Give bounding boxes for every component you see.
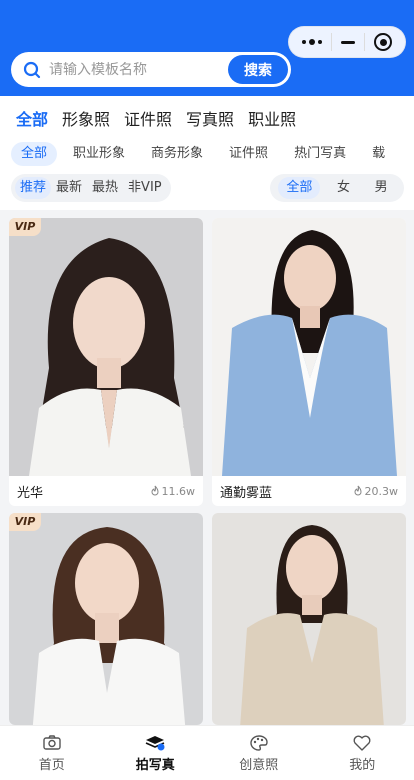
minus-icon[interactable] bbox=[340, 40, 355, 44]
tabbar-mine[interactable]: 我的 bbox=[311, 726, 414, 780]
tab-portrait[interactable]: 写真照 bbox=[186, 106, 234, 130]
vip-badge: VIP bbox=[9, 513, 41, 531]
vip-badge: VIP bbox=[9, 218, 41, 236]
gender-male[interactable]: 男 bbox=[367, 177, 396, 199]
category-tabs: 全部 形象照 证件照 写真照 职业照 bbox=[0, 96, 414, 140]
sort-newest[interactable]: 最新 bbox=[51, 177, 87, 199]
capsule-divider bbox=[364, 33, 366, 51]
template-card[interactable] bbox=[212, 513, 406, 725]
search-button[interactable]: 搜索 bbox=[228, 55, 288, 84]
flame-icon bbox=[150, 485, 159, 496]
sort-selector: 推荐 最新 最热 非VIP bbox=[11, 174, 171, 202]
flame-icon bbox=[353, 485, 362, 496]
bottom-tab-bar: 首页 拍写真 创意照 我的 bbox=[0, 725, 414, 780]
tab-id-photo[interactable]: 证件照 bbox=[124, 106, 172, 130]
palette-icon bbox=[250, 734, 268, 751]
usage-count: 11.6w bbox=[150, 484, 196, 498]
card-title: 通勤雾蓝 bbox=[220, 485, 273, 501]
template-card[interactable]: VIP 光华 11.6w bbox=[9, 218, 203, 506]
more-dots-icon[interactable] bbox=[301, 39, 322, 45]
gender-female[interactable]: 女 bbox=[329, 177, 358, 199]
subtab-clipped[interactable]: 载 bbox=[362, 142, 385, 166]
tabbar-creative[interactable]: 创意照 bbox=[207, 726, 311, 780]
subtab-hot-portrait[interactable]: 热门写真 bbox=[284, 142, 356, 166]
sort-non-vip[interactable]: 非VIP bbox=[123, 177, 167, 199]
tabbar-label: 我的 bbox=[349, 757, 376, 773]
tabbar-home[interactable]: 首页 bbox=[0, 726, 104, 780]
template-photo[interactable] bbox=[9, 513, 203, 725]
camera-icon bbox=[43, 734, 61, 750]
template-photo[interactable] bbox=[212, 218, 406, 476]
gender-all[interactable]: 全部 bbox=[278, 177, 321, 199]
subcategory-tabs: 全部 职业形象 商务形象 证件照 热门写真 载 bbox=[0, 140, 414, 168]
card-meta: 光华 11.6w bbox=[9, 476, 203, 506]
card-title: 光华 bbox=[17, 485, 44, 501]
subtab-id-photo[interactable]: 证件照 bbox=[219, 142, 278, 166]
subtab-business-image[interactable]: 商务形象 bbox=[141, 142, 213, 166]
tab-professional[interactable]: 职业照 bbox=[248, 106, 296, 130]
search-bar: 搜索 bbox=[11, 52, 291, 87]
search-input[interactable] bbox=[49, 61, 219, 78]
tabbar-portrait[interactable]: 拍写真 bbox=[104, 726, 208, 780]
tabbar-label: 拍写真 bbox=[135, 757, 175, 773]
subtab-career-image[interactable]: 职业形象 bbox=[63, 142, 135, 166]
tab-all[interactable]: 全部 bbox=[16, 106, 48, 130]
capsule-divider bbox=[330, 33, 332, 51]
layers-icon bbox=[145, 735, 165, 750]
tab-image-photo[interactable]: 形象照 bbox=[62, 106, 110, 130]
subtab-all[interactable]: 全部 bbox=[11, 142, 58, 166]
card-meta: 通勤雾蓝 20.3w bbox=[212, 476, 406, 506]
template-card[interactable]: 通勤雾蓝 20.3w bbox=[212, 218, 406, 506]
target-icon[interactable] bbox=[374, 33, 393, 51]
tabbar-label: 创意照 bbox=[239, 757, 279, 773]
header: 搜索 bbox=[0, 0, 414, 96]
usage-count: 20.3w bbox=[353, 484, 399, 498]
template-photo[interactable] bbox=[9, 218, 203, 476]
mini-program-capsule bbox=[288, 26, 406, 58]
template-card[interactable]: VIP bbox=[9, 513, 203, 725]
tabbar-label: 首页 bbox=[38, 757, 65, 773]
heart-icon bbox=[353, 735, 371, 751]
search-icon bbox=[23, 61, 41, 78]
usage-count-value: 20.3w bbox=[364, 484, 399, 498]
sort-hottest[interactable]: 最热 bbox=[87, 177, 123, 199]
filter-row: 推荐 最新 最热 非VIP 全部 女 男 bbox=[0, 168, 414, 210]
gender-selector: 全部 女 男 bbox=[270, 174, 404, 202]
usage-count-value: 11.6w bbox=[161, 484, 196, 498]
template-photo[interactable] bbox=[212, 513, 406, 725]
sort-recommended[interactable]: 推荐 bbox=[15, 177, 52, 199]
